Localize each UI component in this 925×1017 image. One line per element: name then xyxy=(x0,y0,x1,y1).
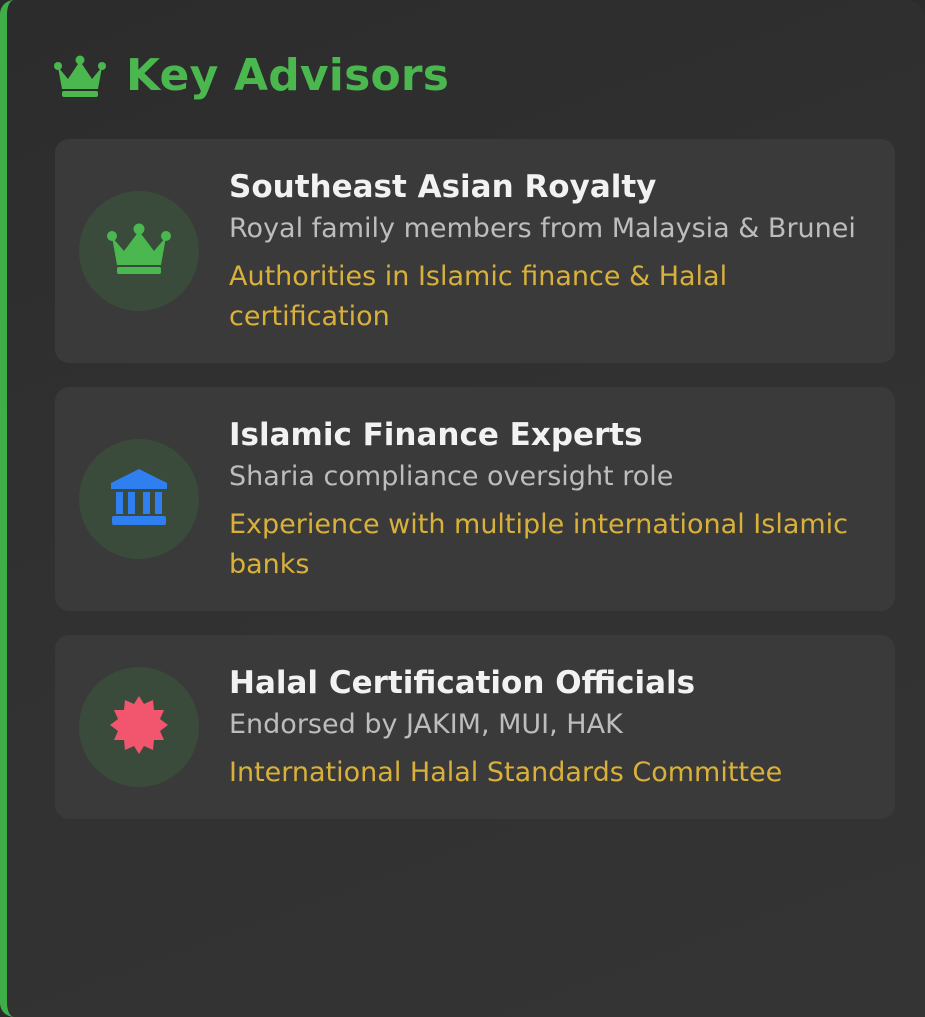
panel-header: Key Advisors xyxy=(54,48,449,104)
bank-icon xyxy=(109,467,169,531)
advisor-description: Royal family members from Malaysia & Bru… xyxy=(229,213,856,244)
avatar xyxy=(79,667,199,787)
advisor-card-finance: Islamic Finance Experts Sharia complianc… xyxy=(55,387,895,611)
key-advisors-panel: Key Advisors Southeast Asian Royalty Roy… xyxy=(0,0,925,1017)
advisor-card-halal: Halal Certification Officials Endorsed b… xyxy=(55,635,895,819)
advisor-name: Halal Certification Officials xyxy=(229,665,696,701)
advisor-note: Authorities in Islamic finance & Halal c… xyxy=(229,261,728,332)
advisor-name: Islamic Finance Experts xyxy=(229,417,643,453)
advisor-card-royalty: Southeast Asian Royalty Royal family mem… xyxy=(55,139,895,363)
advisor-description: Sharia compliance oversight role xyxy=(229,461,674,492)
avatar xyxy=(79,439,199,559)
advisor-note: Experience with multiple international I… xyxy=(229,509,849,580)
crown-icon xyxy=(54,53,106,99)
avatar xyxy=(79,191,199,311)
certificate-badge-icon xyxy=(108,694,170,760)
advisor-note: International Halal Standards Committee xyxy=(229,757,783,788)
advisor-description: Endorsed by JAKIM, MUI, HAK xyxy=(229,709,623,740)
advisor-name: Southeast Asian Royalty xyxy=(229,169,657,205)
crown-icon xyxy=(106,223,172,279)
panel-title: Key Advisors xyxy=(126,50,450,101)
